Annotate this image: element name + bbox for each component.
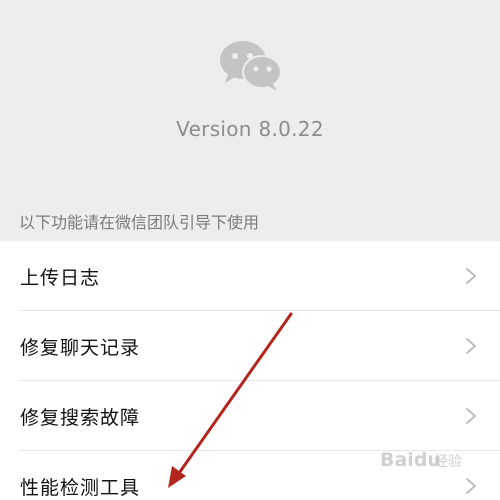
- settings-list: 上传日志 修复聊天记录 修复搜索故障 性能检测工具: [0, 241, 500, 500]
- chevron-right-icon: [466, 408, 476, 424]
- list-item-performance-tool[interactable]: 性能检测工具: [0, 451, 500, 500]
- list-item-repair-search[interactable]: 修复搜索故障: [0, 381, 500, 450]
- section-header: 以下功能请在微信团队引导下使用: [19, 213, 260, 232]
- wechat-logo-icon: [220, 41, 282, 91]
- version-text: Version 8.0.22: [176, 117, 324, 141]
- list-item-label: 上传日志: [20, 267, 101, 289]
- list-item-label: 修复聊天记录: [20, 337, 141, 359]
- list-item-label: 修复搜索故障: [20, 407, 141, 429]
- chevron-right-icon: [466, 268, 476, 284]
- chevron-right-icon: [466, 338, 476, 354]
- list-item-label: 性能检测工具: [20, 477, 141, 499]
- list-item-repair-chat-history[interactable]: 修复聊天记录: [0, 311, 500, 380]
- chevron-right-icon: [466, 478, 476, 494]
- list-item-upload-log[interactable]: 上传日志: [0, 241, 500, 310]
- about-page: Version 8.0.22 以下功能请在微信团队引导下使用 上传日志 修复聊天…: [0, 0, 500, 500]
